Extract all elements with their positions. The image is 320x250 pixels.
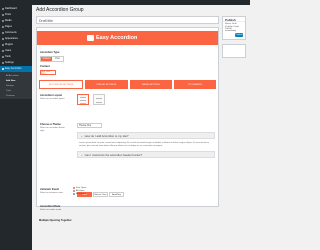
preview-item-body: Lorem ipsum dolor sit amet, consectetur … (79, 142, 209, 147)
radio-icon (73, 186, 75, 189)
admin-sidebar: Dashboard Posts Media Pages Comments App… (0, 0, 32, 250)
accordion-type-toggle[interactable]: Content Post (40, 56, 64, 62)
publish-schedule: Publish immediately (225, 27, 237, 32)
pages-icon (2, 26, 4, 28)
preview-item-header[interactable]: + How do I add Accordion to my site? (77, 132, 215, 139)
posts-icon (2, 14, 4, 16)
radio-icon (73, 189, 75, 192)
layout-row-label: Accordion Layout (40, 94, 63, 97)
accordion-logo-icon (87, 35, 94, 41)
dashboard-icon (2, 8, 4, 10)
mode-options: First Open All Open All Folded (73, 186, 86, 196)
theme-select[interactable]: Theme One (77, 123, 102, 128)
plus-icon: + (81, 152, 83, 157)
appearance-icon (2, 38, 4, 40)
content-label: Content (40, 65, 50, 68)
activator-row-label: Activator Event (40, 188, 60, 191)
shortcode-box (222, 44, 246, 58)
activator-mouseover-button[interactable]: Mouse Over (93, 192, 108, 197)
mode-row-label: Accordion Mode (40, 205, 61, 208)
theme-row-label: Choose a Theme (40, 123, 61, 126)
mode-row-desc: Select accordion mode. (40, 209, 62, 211)
multiple-row-label: Multiple Opening Together (39, 219, 72, 222)
accordion-submenu: All Accordion Add New Settings Tools Pre… (0, 72, 32, 99)
plus-icon: + (81, 133, 83, 138)
radio-icon (73, 193, 75, 196)
type-content-option[interactable]: Content (41, 57, 52, 61)
publish-button[interactable]: Publish (235, 33, 243, 37)
activator-autoplay-button[interactable]: AutoPlay (109, 192, 124, 197)
title-input[interactable]: Draft title (36, 16, 219, 24)
comments-icon (2, 32, 4, 34)
accordion-settings-box: Easy Accordion Accordion Type Content Po… (36, 27, 219, 211)
activator-row-desc: Select an activator event. (40, 192, 64, 194)
accordion-icon (2, 68, 4, 70)
plugin-banner: Easy Accordion (37, 31, 218, 45)
layout-horizontal-option[interactable] (93, 94, 105, 105)
submenu-premium[interactable]: Premium (0, 93, 32, 98)
layout-options (77, 94, 105, 105)
add-new-item-button[interactable]: Add New Item (40, 70, 56, 75)
plugins-icon (2, 44, 4, 46)
settings-tabs: Accordion Settings Display Settings Them… (37, 80, 218, 89)
accordion-type-label: Accordion Type (40, 51, 60, 54)
preview-question: Can I customize the accordion header bor… (84, 152, 143, 157)
settings-icon (2, 62, 4, 64)
type-post-option[interactable]: Post (52, 57, 63, 61)
media-icon (2, 20, 4, 22)
preview-question: How do I add Accordion to my site? (84, 133, 129, 138)
publish-sidebar: Publish Status: Draft Visibility: Public… (222, 16, 246, 78)
banner-logo: Easy Accordion (87, 34, 177, 42)
tab-display-settings[interactable]: Display Settings (85, 80, 128, 89)
mode-option[interactable]: All Folded (73, 193, 86, 196)
publish-box: Publish Status: Draft Visibility: Public… (222, 16, 246, 40)
accordion-preview: + How do I add Accordion to my site? Lore… (77, 132, 215, 158)
banner-title: Easy Accordion (96, 35, 138, 41)
tab-typography[interactable]: Typography (173, 80, 216, 89)
layout-vertical-option[interactable] (77, 94, 89, 105)
tools-icon (2, 56, 4, 58)
users-icon (2, 50, 4, 52)
tab-theme-settings[interactable]: Theme Settings (129, 80, 172, 89)
page-title: Add Accordion Group (36, 7, 84, 13)
main-content: Add Accordion Group Draft title Easy Acc… (33, 5, 248, 250)
layout-row-desc: Select an accordion layout. (40, 98, 65, 100)
tab-accordion-settings[interactable]: Accordion Settings (39, 80, 84, 89)
preview-item-header[interactable]: + Can I customize the accordion header bo… (77, 151, 215, 158)
theme-row-desc: Select an accordion theme style. (40, 127, 65, 132)
